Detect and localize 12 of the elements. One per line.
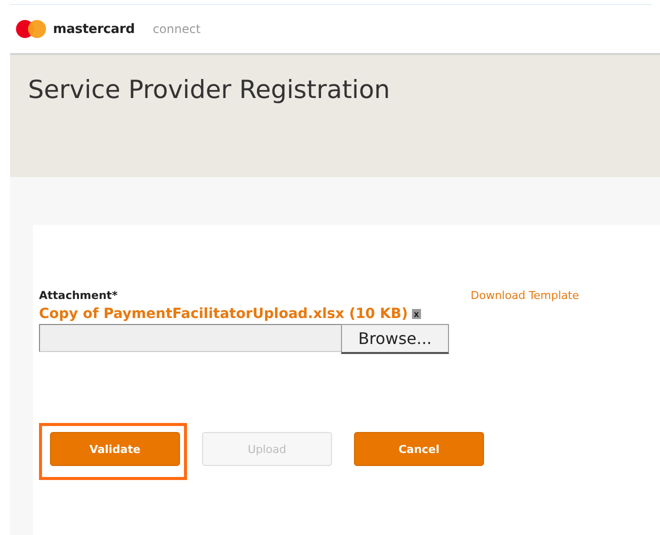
field-label: Attachment* bbox=[39, 289, 118, 302]
download-template-link[interactable]: Download Template bbox=[470, 289, 579, 302]
action-button[interactable]: Validate bbox=[50, 432, 180, 466]
browse-button[interactable]: Browse... bbox=[341, 324, 449, 354]
file-field[interactable] bbox=[39, 324, 341, 352]
remove-button[interactable]: x bbox=[412, 309, 421, 319]
product-name: connect bbox=[152, 22, 201, 36]
page-title: Service Provider Registration bbox=[28, 75, 391, 104]
action-button[interactable]: Cancel bbox=[354, 432, 484, 466]
file-name: Copy of PaymentFacilitatorUpload.xlsx (10 KB) bbox=[39, 306, 408, 322]
logo-icon bbox=[15, 19, 47, 39]
brand-name: mastercard bbox=[53, 22, 135, 36]
